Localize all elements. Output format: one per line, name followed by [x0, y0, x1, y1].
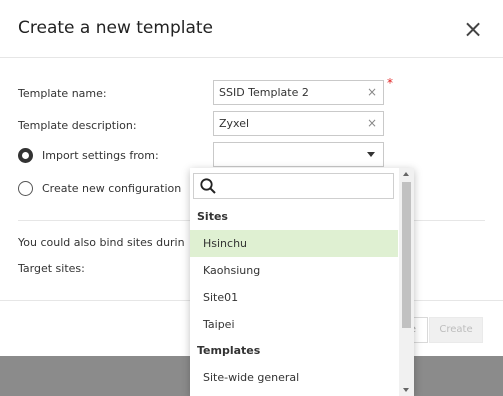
modal-title: Create a new template: [18, 18, 213, 38]
search-icon: [200, 178, 216, 194]
target-sites-label: Target sites:: [18, 262, 85, 275]
clear-icon[interactable]: ×: [367, 116, 377, 130]
template-name-field[interactable]: ×: [213, 80, 384, 105]
create-new-config-radio[interactable]: [18, 181, 33, 196]
option-site01[interactable]: Site01: [190, 284, 398, 311]
group-header-templates: Templates: [197, 344, 261, 357]
dropdown-search-field[interactable]: [193, 173, 394, 199]
template-name-input[interactable]: [219, 85, 359, 100]
scrollbar-thumb[interactable]: [402, 182, 411, 328]
required-marker: *: [387, 76, 393, 90]
dropdown-option-list: Sites Hsinchu Kaohsiung Site01 Taipei Te…: [190, 204, 398, 391]
create-button[interactable]: Create: [429, 317, 483, 343]
template-description-field[interactable]: ×: [213, 111, 384, 136]
import-settings-dropdown: Sites Hsinchu Kaohsiung Site01 Taipei Te…: [190, 168, 414, 396]
template-description-label: Template description:: [18, 119, 137, 132]
import-settings-radio[interactable]: [18, 148, 33, 163]
modal-header: Create a new template ×: [0, 0, 503, 58]
create-new-config-label: Create new configuration: [42, 182, 182, 195]
chevron-down-icon: [367, 152, 375, 157]
option-hsinchu[interactable]: Hsinchu: [190, 230, 398, 257]
bind-sites-info: You could also bind sites durin: [18, 236, 185, 249]
close-icon[interactable]: ×: [461, 14, 485, 44]
dropdown-scrollbar[interactable]: [399, 168, 414, 396]
option-taipei[interactable]: Taipei: [190, 311, 398, 338]
clear-icon[interactable]: ×: [367, 85, 377, 99]
scroll-up-icon[interactable]: [403, 172, 409, 176]
option-site-wide-general[interactable]: Site-wide general: [190, 364, 398, 391]
option-kaohsiung[interactable]: Kaohsiung: [190, 257, 398, 284]
import-settings-label: Import settings from:: [42, 149, 159, 162]
dropdown-search-input[interactable]: [222, 178, 387, 193]
import-settings-select[interactable]: [213, 142, 384, 167]
template-description-input[interactable]: [219, 116, 359, 131]
template-name-label: Template name:: [18, 87, 107, 100]
scroll-down-icon[interactable]: [403, 388, 409, 392]
group-header-sites: Sites: [197, 210, 228, 223]
